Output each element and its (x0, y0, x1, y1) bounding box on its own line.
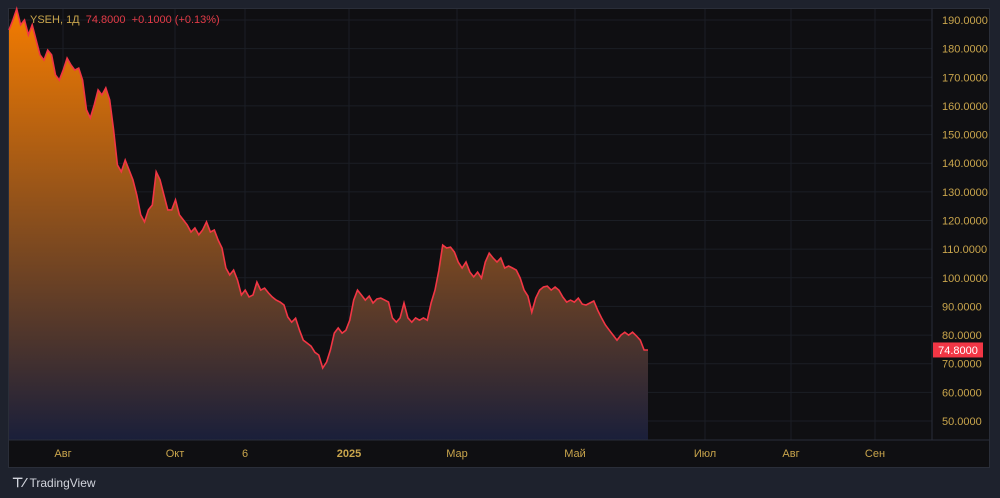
y-tick-label: 190.0000 (942, 15, 988, 27)
x-tick-label: Авг (54, 448, 71, 460)
legend-price: 74.8000 (85, 14, 126, 26)
y-tick-label: 150.0000 (942, 130, 988, 142)
x-tick-label: Авг (782, 448, 799, 460)
price-area-fill (9, 9, 648, 440)
tradingview-logo-icon: ⊤⁄ (12, 475, 26, 490)
y-tick-label: 100.0000 (942, 273, 988, 285)
y-tick-label: 50.0000 (942, 416, 982, 428)
x-tick-label: 2025 (337, 448, 361, 460)
x-tick-label: Июл (694, 448, 716, 460)
x-tick-label: Сен (865, 448, 885, 460)
x-tick-label: Мар (446, 448, 468, 460)
y-tick-label: 90.0000 (942, 301, 982, 313)
y-tick-label: 160.0000 (942, 101, 988, 113)
y-tick-label: 120.0000 (942, 216, 988, 228)
legend-symbol[interactable]: YSEH, 1Д (30, 14, 80, 26)
y-tick-label: 130.0000 (942, 187, 988, 199)
legend: YSEH, 1Д 74.8000 +0.1000 (+0.13%) (30, 14, 220, 26)
brand-name: TradingView (29, 476, 96, 490)
tradingview-logo[interactable]: ⊤⁄ TradingView (12, 475, 96, 491)
y-tick-label: 60.0000 (942, 387, 982, 399)
x-tick-label: 6 (242, 448, 248, 460)
x-tick-label: Окт (166, 448, 185, 460)
y-tick-label: 80.0000 (942, 330, 982, 342)
price-chart[interactable]: 190.0000 180.0000 170.0000 160.0000 150.0000… (0, 0, 1000, 498)
legend-change: +0.1000 (+0.13%) (131, 14, 220, 26)
y-tick-label: 140.0000 (942, 158, 988, 170)
y-tick-label: 110.0000 (942, 244, 987, 256)
x-tick-label: Май (564, 448, 586, 460)
last-price-text: 74.8000 (938, 345, 978, 357)
y-tick-label: 170.0000 (942, 72, 988, 84)
y-tick-label: 70.0000 (942, 359, 982, 371)
y-tick-label: 180.0000 (942, 44, 988, 56)
